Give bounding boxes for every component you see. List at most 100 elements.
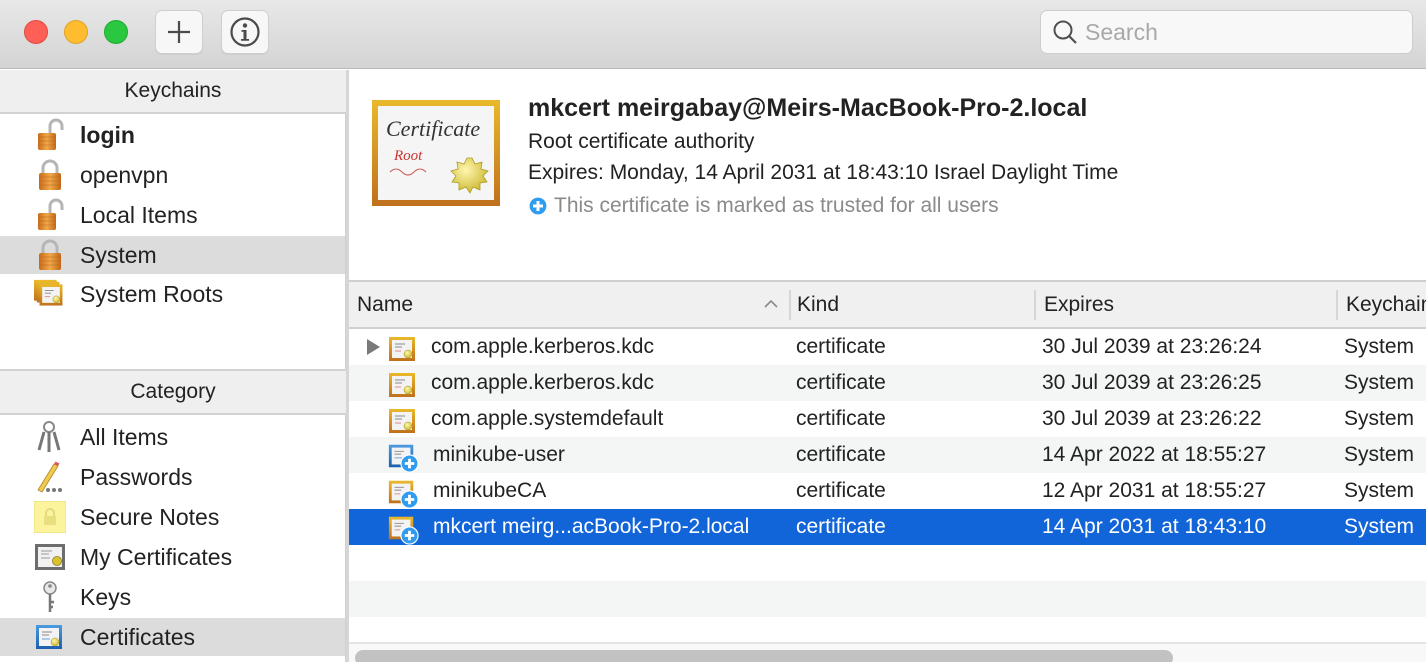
add-item-button[interactable] [155, 10, 203, 54]
sidebar-item-label: Passwords [80, 463, 193, 490]
sidebar-item-label: Secure Notes [80, 503, 220, 530]
trust-status: This certificate is marked as trusted fo… [528, 194, 999, 218]
my-certificate-icon [34, 540, 66, 574]
certificate-gold-icon [387, 405, 419, 437]
items-table: Name Kind Expires Keychain com.apple.ker… [349, 280, 1426, 662]
row-keychain: System [1344, 479, 1415, 502]
sidebar-item-label: My Certificates [80, 543, 233, 570]
sidebar-item-secure-notes[interactable]: Secure Notes [0, 498, 345, 536]
horizontal-scrollbar[interactable] [349, 642, 1426, 662]
sidebar-item-login[interactable]: login [0, 116, 345, 154]
key-icon [34, 580, 66, 614]
trust-status-text: This certificate is marked as trusted fo… [554, 194, 999, 217]
row-kind: certificate [796, 443, 886, 466]
column-header-expires[interactable]: Expires [1034, 282, 1336, 327]
empty-row [349, 581, 1426, 617]
row-kind: certificate [796, 371, 886, 394]
sidebar-item-passwords[interactable]: Passwords [0, 458, 345, 496]
lock-open-icon [34, 198, 66, 232]
minimize-window-button[interactable] [64, 20, 88, 44]
certificate-gold-icon [388, 480, 419, 509]
table-row[interactable]: minikube-user certificate 14 Apr 2022 at… [349, 437, 1426, 473]
row-name: minikubeCA [433, 479, 547, 502]
row-expires: 14 Apr 2031 at 18:43:10 [1042, 515, 1267, 538]
row-expires: 30 Jul 2039 at 23:26:22 [1042, 407, 1262, 430]
row-keychain: System [1344, 335, 1415, 358]
certificate-detail: Certificate Root mkcert meirgabay@Meirs-… [349, 70, 1426, 282]
certificate-image-subtitle: Root [393, 148, 423, 164]
zoom-window-button[interactable] [104, 20, 128, 44]
search-icon [1053, 20, 1077, 44]
sidebar-item-openvpn[interactable]: openvpn [0, 156, 345, 194]
column-header-kind[interactable]: Kind [789, 282, 1034, 327]
lock-closed-icon [34, 158, 66, 192]
sidebar-item-local-items[interactable]: Local Items [0, 196, 345, 234]
table-row[interactable]: com.apple.kerberos.kdc certificate 30 Ju… [349, 365, 1426, 401]
row-kind: certificate [796, 515, 886, 538]
row-name: com.apple.systemdefault [431, 407, 664, 430]
sidebar-item-label: openvpn [80, 161, 169, 188]
column-separator[interactable] [789, 290, 791, 320]
table-header: Name Kind Expires Keychain [349, 282, 1426, 329]
trusted-plus-icon [528, 196, 548, 216]
table-row-selected[interactable]: mkcert meirg...acBook-Pro-2.local certif… [349, 509, 1426, 545]
search-input[interactable] [1085, 18, 1385, 46]
row-name: mkcert meirg...acBook-Pro-2.local [433, 515, 750, 538]
keychains-header: Keychains [0, 70, 346, 114]
keys-bundle-icon [34, 420, 66, 454]
sidebar-item-system-roots[interactable]: System Roots [0, 275, 345, 313]
info-button[interactable] [221, 10, 269, 54]
sidebar-item-label: login [80, 121, 135, 148]
row-expires: 30 Jul 2039 at 23:26:24 [1042, 335, 1262, 358]
close-window-button[interactable] [24, 20, 48, 44]
disclosure-triangle-icon[interactable] [365, 338, 381, 356]
search-field[interactable] [1040, 10, 1413, 54]
column-header-name[interactable]: Name [349, 282, 789, 327]
sidebar-item-keys[interactable]: Keys [0, 578, 345, 616]
sidebar-item-label: System Roots [80, 280, 224, 307]
certificate-gold-icon [387, 369, 419, 401]
certificate-expiry: Expires: Monday, 14 April 2031 at 18:43:… [528, 161, 1119, 184]
certificate-image-title: Certificate [386, 116, 480, 141]
table-row[interactable]: com.apple.systemdefault certificate 30 J… [349, 401, 1426, 437]
column-separator[interactable] [1336, 290, 1338, 320]
row-keychain: System [1344, 443, 1415, 466]
column-header-keychain[interactable]: Keychain [1336, 282, 1426, 327]
row-name: com.apple.kerberos.kdc [431, 335, 654, 358]
toolbar [0, 0, 1426, 69]
table-row[interactable]: com.apple.kerberos.kdc certificate 30 Ju… [349, 329, 1426, 365]
row-kind: certificate [796, 407, 886, 430]
certificate-icon [34, 620, 66, 654]
certificate-subtitle: Root certificate authority [528, 130, 755, 153]
row-name: minikube-user [433, 443, 565, 466]
table-row[interactable]: minikubeCA certificate 12 Apr 2031 at 18… [349, 473, 1426, 509]
row-expires: 30 Jul 2039 at 23:26:25 [1042, 371, 1262, 394]
certificate-large-icon: Certificate Root [372, 100, 500, 206]
lock-open-icon [34, 118, 66, 152]
certificate-gold-icon [387, 333, 419, 365]
row-expires: 14 Apr 2022 at 18:55:27 [1042, 443, 1267, 466]
sidebar-item-system[interactable]: System [0, 236, 345, 274]
sidebar-item-all-items[interactable]: All Items [0, 418, 345, 456]
row-kind: certificate [796, 479, 886, 502]
sidebar-item-label: Keys [80, 583, 132, 610]
row-keychain: System [1344, 515, 1415, 538]
secure-note-icon [34, 500, 66, 534]
column-separator[interactable] [1034, 290, 1036, 320]
sidebar-item-label: System [80, 241, 157, 268]
sidebar-item-label: Certificates [80, 623, 196, 650]
certificate-blue-icon [388, 444, 419, 473]
scrollbar-thumb[interactable] [355, 650, 1173, 662]
empty-row [349, 545, 1426, 581]
row-kind: certificate [796, 335, 886, 358]
certificate-stack-icon [34, 277, 66, 311]
row-keychain: System [1344, 407, 1415, 430]
lock-closed-icon [34, 238, 66, 272]
sidebar-item-my-certificates[interactable]: My Certificates [0, 538, 345, 576]
empty-row [349, 617, 1426, 642]
row-name: com.apple.kerberos.kdc [431, 371, 654, 394]
sidebar-item-certificates[interactable]: Certificates [0, 618, 345, 656]
info-icon [230, 17, 260, 47]
row-keychain: System [1344, 371, 1415, 394]
sort-ascending-icon [764, 299, 778, 308]
